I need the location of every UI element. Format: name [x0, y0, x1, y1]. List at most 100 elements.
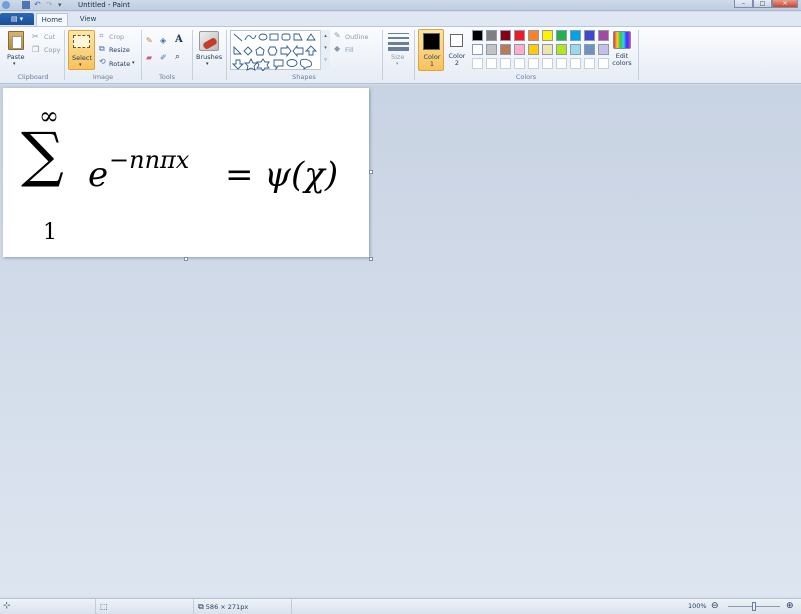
size-icon[interactable] — [388, 31, 409, 51]
paste-dropdown-icon[interactable]: ▾ — [13, 61, 16, 67]
image-size-icon: ⧉ — [198, 602, 204, 611]
size-dropdown-icon[interactable]: ▾ — [396, 61, 399, 67]
shapes-gallery[interactable] — [230, 30, 330, 72]
brushes-button[interactable]: Brushes — [196, 53, 222, 61]
resize-button[interactable]: Resize — [109, 46, 130, 54]
color1-button[interactable]: Color 1 — [418, 29, 444, 71]
color-swatch[interactable] — [598, 58, 609, 69]
color-swatch[interactable] — [542, 30, 553, 41]
minimize-button[interactable]: – — [734, 0, 753, 8]
text-tool-icon[interactable]: A — [175, 34, 183, 45]
color-swatch[interactable] — [486, 58, 497, 69]
select-button[interactable]: Select ▾ — [68, 30, 95, 70]
maximize-button[interactable]: □ — [753, 0, 772, 8]
color-swatch[interactable] — [514, 30, 525, 41]
color-swatch[interactable] — [542, 58, 553, 69]
color2-button[interactable]: Color 2 — [446, 29, 468, 71]
size-button[interactable]: Size — [391, 53, 404, 61]
shapes-scroll-icon[interactable]: ▴ ▾ ▿ — [320, 30, 330, 70]
color2-swatch — [450, 34, 463, 47]
color-swatch[interactable] — [472, 44, 483, 55]
undo-icon[interactable]: ↶ — [34, 1, 42, 9]
color-swatch[interactable] — [500, 58, 511, 69]
rotate-icon: ⟲ — [99, 57, 106, 66]
divider — [414, 30, 415, 80]
drawing-canvas[interactable]: ∞ ∑ 1 e −nnπx = ψ(χ) — [3, 88, 369, 257]
cut-button[interactable]: Cut — [44, 33, 55, 41]
colors-group-label: Colors — [515, 73, 537, 81]
resize-handle-right[interactable] — [369, 170, 373, 174]
rotate-button[interactable]: Rotate — [109, 60, 130, 68]
redo-icon[interactable]: ↷ — [46, 1, 54, 9]
customize-quick-access-icon[interactable]: ▾ — [58, 1, 66, 9]
crop-button[interactable]: Crop — [109, 33, 124, 41]
file-menu-button[interactable]: ▤ ▾ — [0, 13, 34, 25]
color-swatch[interactable] — [514, 58, 525, 69]
tab-home[interactable]: Home — [36, 13, 68, 26]
zoom-slider-thumb[interactable] — [752, 602, 756, 611]
color1-label: Color 1 — [423, 53, 441, 68]
divider — [382, 30, 383, 80]
color-swatch[interactable] — [584, 44, 595, 55]
color-swatch[interactable] — [486, 30, 497, 41]
copy-button[interactable]: Copy — [44, 46, 61, 54]
color-picker-icon[interactable]: ✐ — [160, 53, 170, 62]
cursor-position-icon: ⊹ — [0, 599, 96, 614]
color-palette — [472, 30, 612, 72]
paste-icon[interactable] — [8, 31, 24, 50]
zoom-out-button[interactable]: ⊖ — [711, 599, 719, 614]
color-swatch[interactable] — [528, 30, 539, 41]
color1-swatch — [423, 33, 440, 50]
color-swatch[interactable] — [598, 44, 609, 55]
sum-lower-limit: 1 — [43, 220, 57, 245]
save-icon[interactable] — [22, 1, 30, 9]
fill-bucket-icon[interactable]: ◈ — [160, 36, 170, 45]
selection-size-icon: ⬚ — [96, 599, 194, 614]
paste-button[interactable]: Paste — [7, 53, 25, 61]
color-swatch[interactable] — [472, 58, 483, 69]
image-size-cell: ⧉ 586 × 271px — [194, 599, 292, 614]
color-swatch[interactable] — [486, 44, 497, 55]
color-swatch[interactable] — [556, 30, 567, 41]
divider — [226, 30, 227, 80]
color-swatch[interactable] — [556, 58, 567, 69]
color-swatch[interactable] — [542, 44, 553, 55]
zoom-in-button[interactable]: ⊕ — [786, 599, 794, 614]
color-swatch[interactable] — [570, 58, 581, 69]
exponential-base: e — [88, 155, 109, 195]
select-label: Select — [72, 54, 93, 62]
image-group-label: Image — [92, 73, 114, 81]
edit-colors-icon[interactable] — [613, 31, 631, 49]
edit-colors-button[interactable]: Edit colors — [610, 53, 634, 67]
color-swatch[interactable] — [514, 44, 525, 55]
tab-bar — [0, 12, 801, 26]
resize-icon: ⧉ — [99, 44, 105, 53]
tab-view[interactable]: View — [74, 13, 102, 26]
resize-handle-bottom[interactable] — [184, 257, 188, 261]
eraser-icon[interactable]: ▰ — [146, 53, 156, 62]
color-swatch[interactable] — [584, 58, 595, 69]
outline-icon: ✎ — [334, 31, 341, 40]
crop-icon: ⌗ — [99, 31, 104, 40]
color-swatch[interactable] — [570, 30, 581, 41]
color-swatch[interactable] — [570, 44, 581, 55]
brushes-dropdown-icon[interactable]: ▾ — [206, 61, 209, 67]
shapes-icons — [231, 33, 318, 72]
app-icon[interactable] — [2, 1, 10, 9]
rotate-dropdown-icon[interactable]: ▾ — [132, 60, 135, 66]
color-swatch[interactable] — [556, 44, 567, 55]
color-swatch[interactable] — [500, 44, 511, 55]
color-swatch[interactable] — [598, 30, 609, 41]
color-swatch[interactable] — [500, 30, 511, 41]
fill-button[interactable]: Fill — [345, 46, 354, 54]
brushes-icon[interactable] — [199, 31, 219, 51]
resize-handle-corner[interactable] — [369, 257, 373, 261]
outline-button[interactable]: Outline — [345, 33, 369, 41]
magnifier-icon[interactable]: ⌕ — [175, 52, 180, 62]
color-swatch[interactable] — [528, 44, 539, 55]
color-swatch[interactable] — [472, 30, 483, 41]
color-swatch[interactable] — [528, 58, 539, 69]
close-button[interactable]: ✕ — [772, 0, 798, 8]
pencil-icon[interactable]: ✎ — [146, 36, 156, 45]
color-swatch[interactable] — [584, 30, 595, 41]
